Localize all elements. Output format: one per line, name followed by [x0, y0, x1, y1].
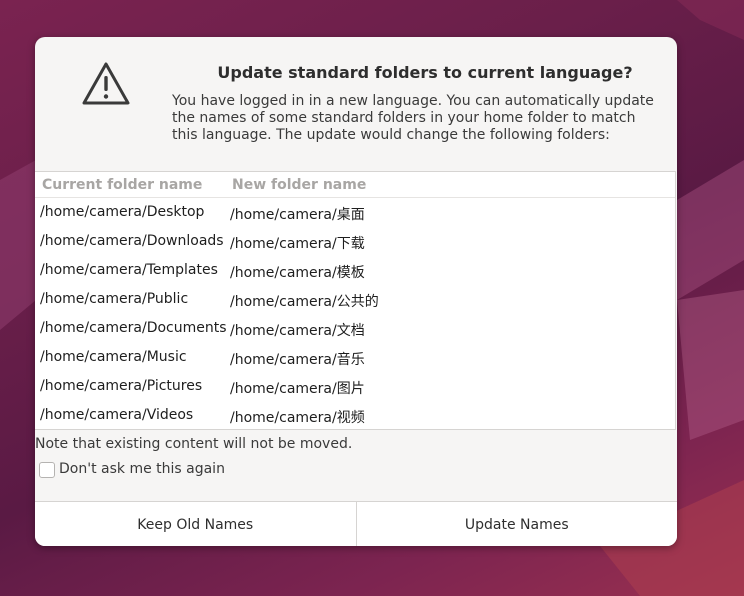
new-folder-cell: /home/camera/视频	[230, 410, 365, 426]
dont-ask-checkbox[interactable]	[39, 462, 55, 478]
table-row[interactable]: /home/camera/Videos /home/camera/视频	[35, 401, 675, 430]
new-folder-cell: /home/camera/图片	[230, 381, 365, 397]
table-row[interactable]: /home/camera/Public /home/camera/公共的	[35, 285, 675, 314]
new-folder-cell: /home/camera/音乐	[230, 352, 365, 368]
dont-ask-label[interactable]: Don't ask me this again	[59, 461, 225, 477]
current-folder-cell: /home/camera/Templates	[40, 262, 218, 278]
new-folder-cell: /home/camera/桌面	[230, 207, 365, 223]
keep-old-names-button[interactable]: Keep Old Names	[35, 502, 356, 546]
current-folder-cell: /home/camera/Pictures	[40, 378, 203, 394]
folder-list[interactable]: Current folder name New folder name /hom…	[35, 171, 676, 430]
new-folder-cell: /home/camera/文档	[230, 323, 365, 339]
table-row[interactable]: /home/camera/Desktop /home/camera/桌面	[35, 198, 675, 227]
update-folders-dialog: Update standard folders to current langu…	[35, 37, 677, 546]
table-row[interactable]: /home/camera/Templates /home/camera/模板	[35, 256, 675, 285]
dialog-title: Update standard folders to current langu…	[217, 63, 633, 82]
update-names-button[interactable]: Update Names	[355, 502, 677, 546]
column-header-current[interactable]: Current folder name	[42, 177, 202, 193]
warning-icon	[82, 62, 130, 105]
table-row[interactable]: /home/camera/Documents /home/camera/文档	[35, 314, 675, 343]
new-folder-cell: /home/camera/模板	[230, 265, 365, 281]
current-folder-cell: /home/camera/Music	[40, 349, 187, 365]
current-folder-cell: /home/camera/Downloads	[40, 233, 224, 249]
dialog-message: You have logged in in a new language. Yo…	[172, 93, 654, 143]
list-header: Current folder name New folder name	[35, 172, 675, 198]
table-row[interactable]: /home/camera/Downloads /home/camera/下载	[35, 227, 675, 256]
table-row[interactable]: /home/camera/Pictures /home/camera/图片	[35, 372, 675, 401]
current-folder-cell: /home/camera/Public	[40, 291, 189, 307]
column-header-new[interactable]: New folder name	[232, 177, 366, 193]
current-folder-cell: /home/camera/Desktop	[40, 204, 205, 220]
new-folder-cell: /home/camera/下载	[230, 236, 365, 252]
table-row[interactable]: /home/camera/Music /home/camera/音乐	[35, 343, 675, 372]
note-text: Note that existing content will not be m…	[35, 436, 353, 452]
current-folder-cell: /home/camera/Documents	[40, 320, 227, 336]
new-folder-cell: /home/camera/公共的	[230, 294, 379, 310]
current-folder-cell: /home/camera/Videos	[40, 407, 194, 423]
button-bar: Keep Old Names Update Names	[35, 501, 677, 546]
